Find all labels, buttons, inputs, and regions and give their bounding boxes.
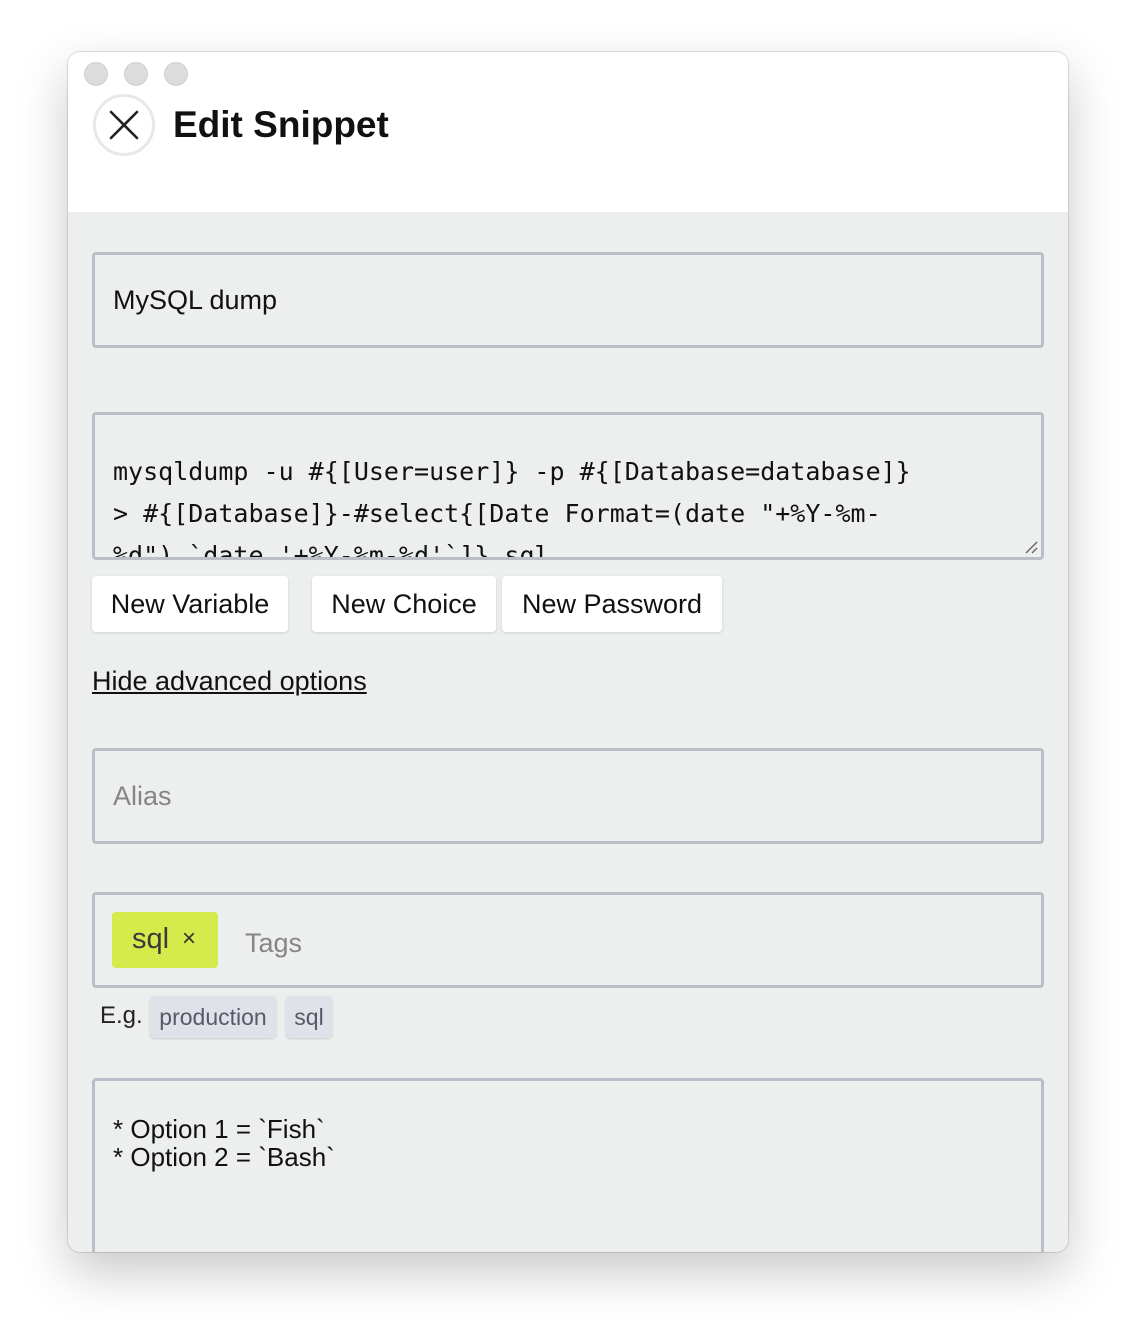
new-choice-button[interactable]: New Choice — [312, 576, 496, 632]
edit-snippet-window: Edit Snippet mysqldump -u #{[User=user]}… — [68, 52, 1068, 1252]
page-title: Edit Snippet — [173, 104, 389, 145]
tag-chip-sql: sql × — [112, 912, 218, 968]
tag-example-label: E.g. — [100, 1002, 143, 1029]
new-variable-button[interactable]: New Variable — [92, 576, 288, 632]
description-textarea[interactable]: * Option 1 = `Fish` * Option 2 = `Bash` — [92, 1078, 1044, 1252]
description-line: * Option 2 = `Bash` — [113, 1142, 335, 1172]
title-bar: Edit Snippet — [68, 52, 1068, 212]
command-textarea[interactable]: mysqldump -u #{[User=user]} -p #{[Databa… — [92, 412, 1044, 560]
alias-input[interactable] — [95, 751, 1041, 841]
resize-handle-icon[interactable] — [1023, 539, 1039, 555]
tags-field: sql × — [92, 892, 1044, 988]
close-icon — [109, 110, 139, 140]
window-minimize-dot[interactable] — [124, 62, 148, 86]
command-text[interactable]: mysqldump -u #{[User=user]} -p #{[Databa… — [113, 451, 1023, 560]
tag-chip-label: sql — [132, 923, 170, 955]
new-password-button[interactable]: New Password — [502, 576, 722, 632]
alias-field — [92, 748, 1044, 844]
close-button[interactable] — [93, 94, 155, 156]
description-line: * Option 1 = `Fish` — [113, 1114, 325, 1144]
window-close-dot[interactable] — [84, 62, 108, 86]
command-line: > #{[Database]}-#select{[Date Format=(da… — [113, 499, 881, 528]
command-line: %d") `date '+%Y-%m-%d'`]}.sql — [113, 541, 550, 560]
command-line: mysqldump -u #{[User=user]} -p #{[Databa… — [113, 457, 911, 486]
tag-remove-icon[interactable]: × — [182, 912, 196, 966]
description-text[interactable]: * Option 1 = `Fish` * Option 2 = `Bash` — [113, 1115, 335, 1171]
tag-suggestion-sql[interactable]: sql — [286, 996, 332, 1038]
tag-suggestion-production[interactable]: production — [150, 996, 276, 1038]
tags-input[interactable] — [245, 915, 1005, 971]
window-zoom-dot[interactable] — [164, 62, 188, 86]
snippet-name-field — [92, 252, 1044, 348]
snippet-name-input[interactable] — [95, 255, 1041, 345]
hide-advanced-options-link[interactable]: Hide advanced options — [92, 666, 367, 697]
